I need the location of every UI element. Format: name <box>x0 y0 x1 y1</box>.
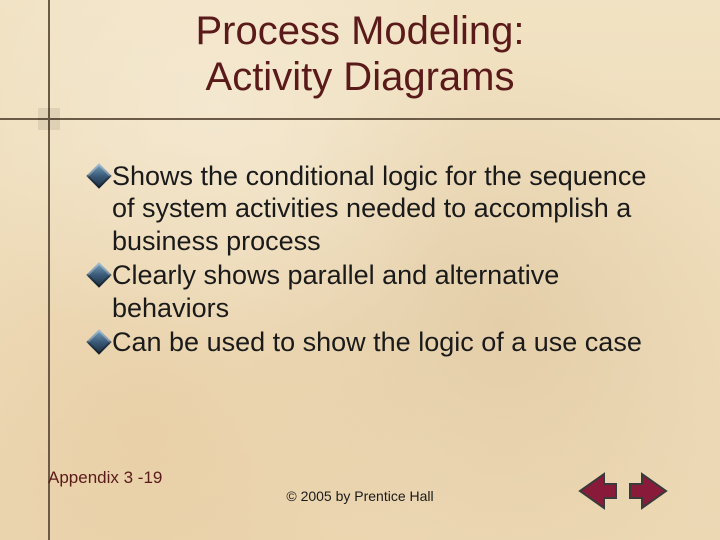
diamond-bullet-icon <box>86 163 111 188</box>
next-button[interactable] <box>626 468 672 514</box>
vertical-rule <box>48 0 50 540</box>
prev-button[interactable] <box>574 468 620 514</box>
title-line-1: Process Modeling: <box>195 9 524 53</box>
slide: Process Modeling: Activity Diagrams Show… <box>0 0 720 540</box>
diamond-bullet-icon <box>86 262 111 287</box>
footer-slide-number: Appendix 3 -19 <box>48 468 162 488</box>
title-line-2: Activity Diagrams <box>206 55 515 99</box>
slide-title: Process Modeling: Activity Diagrams <box>0 0 720 100</box>
bullet-text: Clearly shows parallel and alternative b… <box>112 259 670 324</box>
arrow-right-icon <box>626 468 672 514</box>
list-item: Can be used to show the logic of a use c… <box>90 326 670 358</box>
cross-shadow <box>38 108 60 130</box>
horizontal-rule <box>0 118 720 120</box>
diamond-bullet-icon <box>86 329 111 354</box>
arrow-left-icon <box>574 468 620 514</box>
list-item: Clearly shows parallel and alternative b… <box>90 259 670 324</box>
bullet-list: Shows the conditional logic for the sequ… <box>90 160 670 360</box>
bullet-text: Shows the conditional logic for the sequ… <box>112 160 670 257</box>
list-item: Shows the conditional logic for the sequ… <box>90 160 670 257</box>
bullet-text: Can be used to show the logic of a use c… <box>112 326 670 358</box>
